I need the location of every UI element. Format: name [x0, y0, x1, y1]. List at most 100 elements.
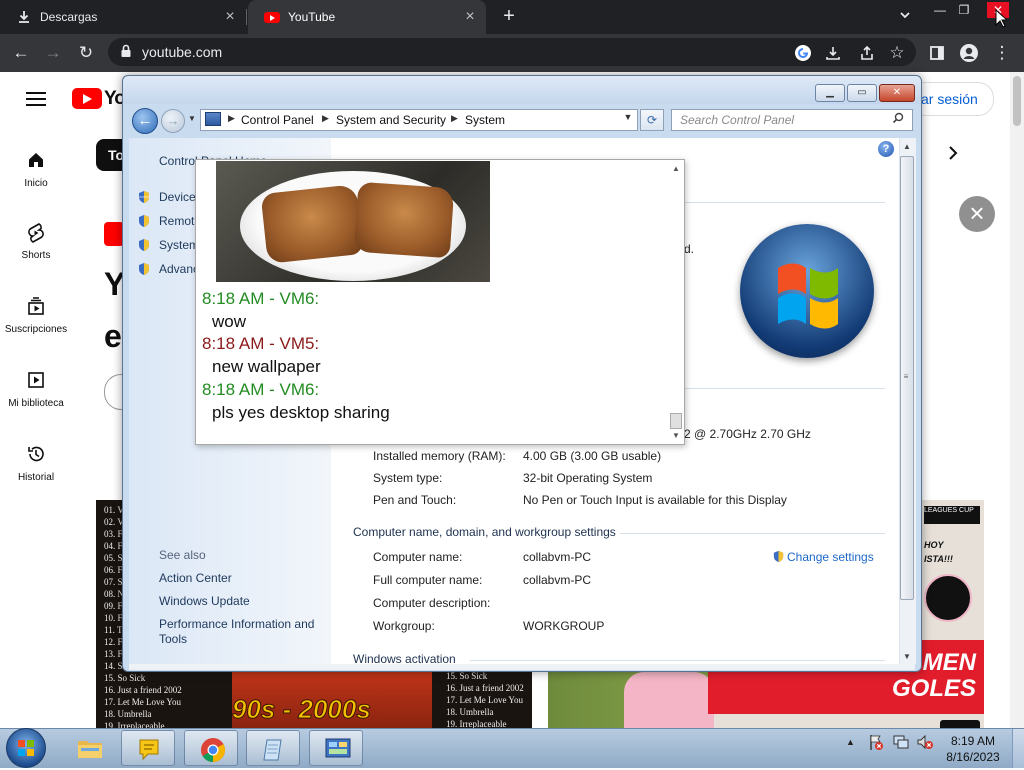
url-text[interactable]: youtube.com [142, 44, 222, 60]
nav-mi-biblioteca[interactable]: Mi biblioteca [0, 370, 72, 409]
forward-arrow-icon[interactable]: → [42, 42, 64, 64]
close-button[interactable]: ✕ [879, 84, 915, 102]
track-item: 18. Umbrella [446, 707, 494, 717]
volume-muted-icon[interactable] [916, 733, 934, 754]
forward-button[interactable]: → [161, 109, 185, 133]
nav-shorts[interactable]: Shorts [0, 222, 72, 261]
search-input[interactable]: Search Control Panel [671, 109, 913, 131]
nav-link-advanced-system-settings[interactable]: Advanc [159, 262, 199, 276]
link-performance-information[interactable]: Performance Information and Tools [159, 617, 329, 647]
tab-descargas[interactable]: Descargas × [0, 0, 247, 34]
scroll-down-icon[interactable]: ▼ [902, 652, 912, 661]
club-crest-icon [924, 574, 972, 622]
help-icon[interactable]: ? [878, 141, 894, 157]
sign-in-button[interactable]: ar sesión [910, 82, 994, 116]
tab-youtube[interactable]: YouTube × [248, 0, 486, 34]
see-also-heading: See also [159, 548, 206, 562]
action-center-flag-icon[interactable] [868, 733, 884, 754]
nav-inicio[interactable]: Inicio [0, 150, 72, 189]
windows-logo-icon [740, 224, 874, 358]
dismiss-close-icon[interactable]: × [959, 196, 995, 232]
chat-scrollbar[interactable] [669, 161, 683, 443]
track-item: 16. Just a friend 2002 [446, 683, 524, 693]
computer-name-label: Computer name: [373, 550, 463, 564]
link-action-center[interactable]: Action Center [159, 571, 232, 586]
reload-icon[interactable]: ↻ [75, 42, 97, 64]
network-icon[interactable] [892, 733, 910, 754]
profile-avatar-icon[interactable] [958, 42, 980, 64]
side-panel-icon[interactable] [926, 42, 948, 64]
show-desktop-button[interactable] [1012, 729, 1024, 768]
lock-icon[interactable] [120, 44, 132, 58]
maximize-button[interactable]: ▭ [847, 84, 877, 102]
taskbar-clock[interactable]: 8:19 AM 8/16/2023 [942, 733, 1004, 765]
close-tab-icon[interactable]: × [222, 9, 238, 25]
address-dropdown-icon[interactable]: ▼ [622, 112, 634, 126]
tab-label: YouTube [288, 10, 336, 24]
recent-pages-dropdown-icon[interactable]: ▼ [188, 114, 198, 124]
breadcrumb-system[interactable]: System [465, 113, 505, 127]
more-options-icon[interactable]: ⋮ [991, 42, 1013, 64]
minimize-window-button[interactable]: — [929, 2, 951, 18]
breadcrumb-system-and-security[interactable]: System and Security [336, 113, 446, 127]
change-settings-link[interactable]: Change settings [787, 550, 874, 564]
track-item: 19. Irreplaceable [104, 721, 165, 728]
partial-text: d. [684, 242, 695, 256]
horizontal-scrollbar[interactable] [129, 664, 915, 670]
control-panel-icon [325, 737, 351, 761]
chat-message-header: 8:18 AM - VM6: [202, 289, 320, 308]
taskbar-explorer-button[interactable] [62, 730, 116, 766]
restore-window-button[interactable]: ❐ [953, 2, 975, 18]
youtube-logo-icon[interactable] [72, 88, 102, 109]
clock-time: 8:19 AM [950, 734, 996, 748]
library-icon [25, 370, 47, 392]
breadcrumb-separator-icon[interactable]: ▶ [451, 113, 458, 124]
breadcrumb-control-panel[interactable]: Control Panel [241, 113, 314, 127]
taskbar-messenger-button[interactable] [121, 730, 175, 766]
download-icon [16, 9, 32, 25]
link-windows-update[interactable]: Windows Update [159, 594, 250, 609]
minimize-button[interactable]: ▁ [815, 84, 845, 102]
new-tab-button[interactable]: + [498, 5, 520, 27]
install-icon[interactable] [822, 42, 844, 64]
nav-link-remote-settings[interactable]: Remot [159, 214, 194, 228]
chevron-right-icon[interactable] [946, 144, 966, 164]
taskbar-chrome-button[interactable] [184, 730, 238, 766]
google-icon[interactable] [792, 42, 814, 64]
back-arrow-icon[interactable]: ← [10, 42, 32, 64]
track-item: 19. Irreplaceable [446, 719, 507, 728]
nav-link-system-protection[interactable]: System [159, 238, 199, 252]
nav-historial[interactable]: Historial [0, 444, 72, 483]
chat-scrollbar-thumb[interactable] [670, 413, 682, 429]
page-scrollbar-thumb[interactable] [1013, 76, 1021, 126]
close-tab-icon[interactable]: × [462, 9, 478, 25]
clock-date: 8/16/2023 [946, 750, 1000, 764]
ram-label: Installed memory (RAM): [373, 449, 506, 463]
tab-search-chevron-icon[interactable] [896, 8, 914, 26]
nav-suscripciones[interactable]: Suscripciones [0, 296, 72, 335]
scroll-up-icon[interactable]: ▲ [902, 142, 912, 151]
chat-scroll-down-icon[interactable]: ▼ [671, 431, 681, 440]
chat-message-body: pls yes desktop sharing [212, 403, 390, 422]
back-button[interactable]: ← [132, 108, 158, 134]
start-button[interactable] [6, 728, 46, 768]
uac-shield-icon [137, 238, 151, 252]
breadcrumb-separator-icon[interactable]: ▶ [322, 113, 329, 124]
taskbar-notepad-button[interactable] [246, 730, 300, 766]
taskbar-control-panel-button[interactable] [309, 730, 363, 766]
bookmark-star-icon[interactable]: ☆ [886, 42, 908, 64]
nav-link-device-manager[interactable]: Device [159, 190, 196, 204]
share-icon[interactable] [856, 42, 878, 64]
search-icon[interactable] [892, 112, 906, 126]
breadcrumb-separator-icon[interactable]: ▶ [228, 113, 235, 124]
youtube-red-badge-icon [104, 222, 124, 246]
chat-scroll-up-icon[interactable]: ▲ [671, 164, 681, 173]
show-hidden-icons-icon[interactable]: ▲ [846, 737, 855, 747]
youtube-favicon-icon [264, 9, 280, 25]
pen-touch-label: Pen and Touch: [373, 493, 457, 507]
history-icon [25, 444, 47, 466]
menu-hamburger-icon[interactable] [26, 92, 46, 106]
refresh-button[interactable]: ⟳ [640, 109, 664, 131]
page-scrollbar[interactable] [1010, 72, 1024, 728]
window-title-bar[interactable] [123, 76, 921, 104]
